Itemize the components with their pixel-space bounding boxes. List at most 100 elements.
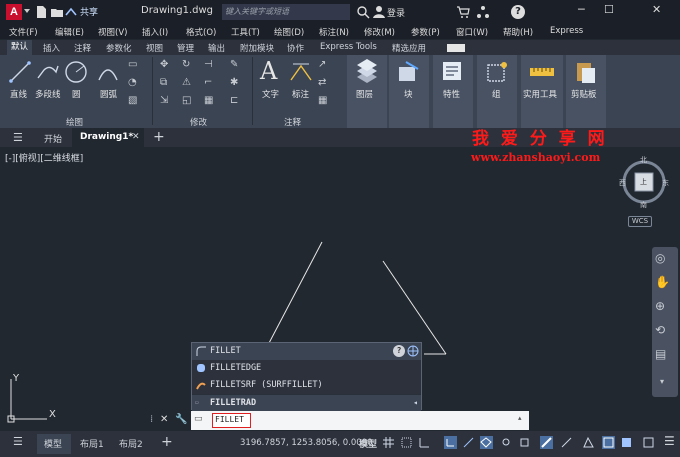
isodraft-icon[interactable] xyxy=(480,436,493,449)
hatch-icon[interactable]: ◔ xyxy=(128,77,137,88)
ortho-icon[interactable] xyxy=(444,436,457,449)
block-panel[interactable]: 块 xyxy=(389,55,429,128)
share-label[interactable]: 共享 xyxy=(80,5,98,18)
zoom-extents-icon[interactable]: ⊕ xyxy=(655,299,665,313)
snap-icon[interactable] xyxy=(400,436,413,449)
arc-tool-icon[interactable] xyxy=(96,60,120,84)
infer-constraints-icon[interactable] xyxy=(418,436,431,449)
help-icon[interactable]: ? xyxy=(511,5,525,19)
customize-statusbar-icon[interactable]: ☰ xyxy=(664,434,675,448)
dimension-button[interactable]: 标注 xyxy=(292,88,309,100)
annotation-scale-icon[interactable] xyxy=(582,436,595,449)
command-input[interactable]: FILLET xyxy=(212,413,251,428)
app-menu-chevron-icon[interactable] xyxy=(24,9,30,13)
menu-edit[interactable]: 编辑(E) xyxy=(55,26,84,38)
minimize-icon[interactable]: ─ xyxy=(578,3,585,16)
menu-view[interactable]: 视图(V) xyxy=(98,26,127,38)
expand-left-icon[interactable]: ◂ xyxy=(413,398,418,407)
grid-icon[interactable] xyxy=(382,436,395,449)
app-logo[interactable]: A xyxy=(6,4,22,20)
add-layout-icon[interactable]: + xyxy=(161,434,173,450)
menu-insert[interactable]: 插入(I) xyxy=(142,26,168,38)
line-button[interactable]: 直线 xyxy=(10,88,27,100)
tab-express-tools[interactable]: Express Tools xyxy=(320,42,377,52)
connect-icon[interactable] xyxy=(476,5,490,19)
autocomplete-header[interactable]: FILLET ? xyxy=(192,343,421,360)
circle-button[interactable]: 圆 xyxy=(72,88,81,100)
share-arrow-icon[interactable] xyxy=(64,5,78,19)
internet-search-icon[interactable] xyxy=(407,345,419,357)
viewcube-south[interactable]: 南 xyxy=(640,200,647,210)
object-snap-tracking-icon[interactable] xyxy=(500,436,513,449)
autocomplete-item-filletedge[interactable]: FILLETEDGE xyxy=(192,360,421,377)
menu-parametric[interactable]: 参数(P) xyxy=(411,26,440,38)
viewcube-north[interactable]: 北 xyxy=(640,155,647,165)
autocomplete-item-filletsrf[interactable]: FILLETSRF (SURFFILLET) xyxy=(192,377,421,394)
clipboard-panel[interactable]: 剪贴板 xyxy=(566,55,606,128)
layout1-tab[interactable]: 布局1 xyxy=(80,437,104,450)
tab-insert[interactable]: 插入 xyxy=(43,42,60,54)
copy-icon[interactable]: ⧉ xyxy=(160,77,167,88)
model-space-toggle[interactable]: 模型 xyxy=(359,437,377,450)
layers-panel[interactable]: 图层 xyxy=(347,55,387,128)
open-folder-icon[interactable] xyxy=(50,5,64,19)
menu-tools[interactable]: 工具(T) xyxy=(231,26,260,38)
nav-bar-chevron-icon[interactable]: ▾ xyxy=(660,377,664,386)
layout2-tab[interactable]: 布局2 xyxy=(119,437,143,450)
tab-collaborate[interactable]: 协作 xyxy=(287,42,304,54)
tab-output[interactable]: 输出 xyxy=(208,42,225,54)
stretch-icon[interactable]: ⇲ xyxy=(160,95,168,106)
help-icon[interactable]: ? xyxy=(393,345,405,357)
tab-view[interactable]: 视图 xyxy=(146,42,163,54)
polyline-tool-icon[interactable] xyxy=(36,60,60,84)
menu-dimension[interactable]: 标注(N) xyxy=(319,26,349,38)
text-button[interactable]: 文字 xyxy=(262,88,279,100)
properties-panel[interactable]: 特性 xyxy=(433,55,473,128)
orbit-icon[interactable]: ⟲ xyxy=(655,323,665,337)
tab-annotate[interactable]: 注释 xyxy=(74,42,91,54)
menu-format[interactable]: 格式(O) xyxy=(186,26,216,38)
pan-icon[interactable]: ✋ xyxy=(655,275,670,289)
erase-icon[interactable]: ✎ xyxy=(230,59,238,70)
fillet-icon[interactable]: ⌐ xyxy=(204,77,212,88)
tab-manage[interactable]: 管理 xyxy=(177,42,194,54)
text-tool-icon[interactable]: A xyxy=(260,57,277,85)
tab-parametric[interactable]: 参数化 xyxy=(106,42,132,54)
close-icon[interactable]: ✕ xyxy=(652,3,661,16)
viewcube-east[interactable]: 东 xyxy=(662,178,669,188)
table-icon[interactable]: ▦ xyxy=(318,95,327,106)
menu-modify[interactable]: 修改(M) xyxy=(364,26,395,38)
mirror-icon[interactable]: ⚠ xyxy=(182,77,191,88)
menu-express[interactable]: Express xyxy=(550,26,583,36)
utilities-panel[interactable]: 实用工具 xyxy=(521,55,563,128)
start-tab[interactable]: 开始 xyxy=(44,132,62,145)
move-icon[interactable]: ✥ xyxy=(160,59,168,70)
close-tab-icon[interactable]: ✕ xyxy=(132,132,140,142)
annotation-scale-icon[interactable]: ⇄ xyxy=(318,77,326,88)
tab-addins[interactable]: 附加模块 xyxy=(240,42,274,54)
customize-wrench-icon[interactable]: 🔧 xyxy=(175,414,187,425)
group-panel[interactable]: 组 xyxy=(477,55,517,128)
new-file-icon[interactable] xyxy=(34,5,48,19)
trim-icon[interactable]: ⊣ xyxy=(204,59,213,70)
login-button[interactable]: 登录 xyxy=(387,6,405,19)
showmotion-icon[interactable]: ▤ xyxy=(655,347,666,361)
maximize-icon[interactable]: ☐ xyxy=(604,3,614,16)
command-line-grip-icon[interactable]: ⁞ xyxy=(150,414,153,425)
steering-wheel-icon[interactable]: ◎ xyxy=(655,251,665,265)
transparency-icon[interactable] xyxy=(560,436,573,449)
isolate-objects-icon[interactable] xyxy=(620,436,633,449)
user-icon[interactable] xyxy=(372,5,386,19)
dimension-tool-icon[interactable] xyxy=(288,60,314,84)
explode-icon[interactable]: ✱ xyxy=(230,77,238,88)
graphics-performance-icon[interactable] xyxy=(642,436,655,449)
search-input[interactable]: 键入关键字或短语 xyxy=(222,4,350,20)
tab-featured-apps[interactable]: 精选应用 xyxy=(392,42,426,54)
gradient-icon[interactable]: ▧ xyxy=(128,95,137,106)
circle-tool-icon[interactable] xyxy=(64,60,88,84)
array-icon[interactable]: ▦ xyxy=(204,95,213,106)
viewcube-west[interactable]: 西 xyxy=(619,178,626,188)
leader-icon[interactable]: ↗ xyxy=(318,59,326,70)
rotate-icon[interactable]: ↻ xyxy=(182,59,190,70)
menu-file[interactable]: 文件(F) xyxy=(9,26,38,38)
